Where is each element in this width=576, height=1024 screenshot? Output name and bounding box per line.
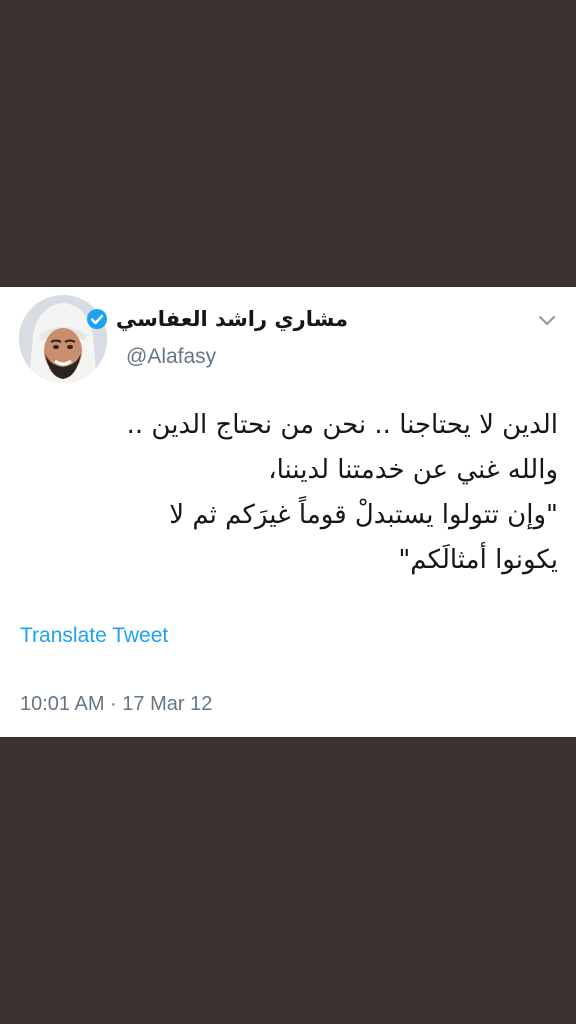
translate-tweet-link[interactable]: Translate Tweet bbox=[20, 624, 168, 648]
tweet-text-line: الدين لا يحتاجنا .. نحن من نحتاج الدين .… bbox=[126, 410, 558, 440]
top-dark-band bbox=[0, 0, 576, 287]
display-name-row: مشاري راشد العفاسي bbox=[86, 307, 348, 331]
tweet-timestamp[interactable]: 10:01 AM · 17 Mar 12 bbox=[20, 693, 212, 716]
tweet-text-line: "وإن تتولوا يستبدلْ قوماً غيرَكم ثم لا bbox=[169, 500, 558, 530]
chevron-down-icon[interactable] bbox=[536, 309, 558, 331]
bottom-dark-band bbox=[0, 737, 576, 1024]
tweet-text-line: يكونوا أمثالَكم" bbox=[398, 545, 558, 575]
tweet-card: مشاري راشد العفاسي @Alafasy الدين لا يحت… bbox=[0, 287, 576, 737]
display-name[interactable]: مشاري راشد العفاسي bbox=[116, 307, 348, 331]
user-handle[interactable]: @Alafasy bbox=[126, 345, 216, 369]
tweet-text: الدين لا يحتاجنا .. نحن من نحتاج الدين .… bbox=[20, 403, 558, 583]
tweet-text-line: والله غني عن خدمتنا لديننا، bbox=[268, 455, 558, 485]
verified-badge-icon bbox=[86, 308, 108, 330]
